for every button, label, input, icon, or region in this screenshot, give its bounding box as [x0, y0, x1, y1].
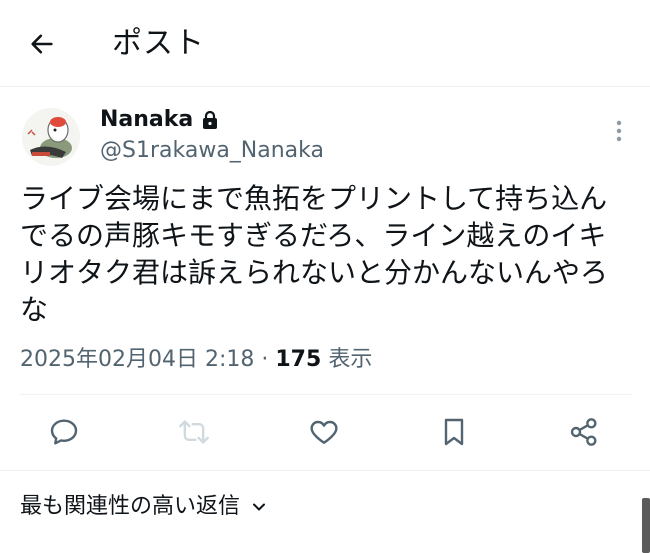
bookmark-icon [444, 418, 464, 446]
views-count[interactable]: 175 [275, 347, 321, 372]
post-timestamp[interactable]: 2025年02月04日 2:18 [20, 347, 254, 372]
reply-icon [50, 419, 78, 445]
post-text: ライブ会場にまで魚拓をプリントして持ち込んでるの声豚キモすぎるだろ、ライン越えの… [20, 182, 609, 326]
meta-separator: · [261, 347, 269, 372]
heart-icon [310, 420, 338, 444]
reply-sort-dropdown[interactable]: 最も関連性の高い返信 [20, 490, 268, 524]
scrollbar[interactable] [642, 498, 650, 553]
bookmark-button[interactable] [436, 414, 472, 450]
divider [0, 470, 650, 471]
post-meta: 2025年02月04日 2:18 · 175 表示 [20, 344, 372, 376]
share-button[interactable] [566, 414, 602, 450]
display-name[interactable]: Nanaka [100, 104, 193, 136]
reply-sort-label: 最も関連性の高い返信 [20, 494, 241, 519]
repost-icon [179, 420, 209, 444]
top-bar: ポスト [0, 0, 650, 87]
more-options-button[interactable] [604, 116, 634, 146]
author-handle[interactable]: @S1rakawa_Nanaka [100, 136, 324, 166]
page-title: ポスト [112, 26, 205, 61]
more-vertical-icon [616, 120, 622, 142]
avatar[interactable] [22, 108, 80, 166]
like-button[interactable] [306, 414, 342, 450]
arrow-left-icon [31, 34, 53, 54]
author-name-row[interactable]: Nanaka [100, 104, 219, 136]
chevron-down-icon [253, 503, 266, 511]
lock-icon [203, 110, 218, 129]
action-bar [0, 396, 650, 470]
share-icon [570, 418, 597, 446]
views-label[interactable]: 表示 [328, 347, 372, 372]
back-button[interactable] [20, 22, 64, 66]
repost-button[interactable] [176, 414, 212, 450]
divider [20, 394, 632, 395]
reply-button[interactable] [46, 414, 82, 450]
